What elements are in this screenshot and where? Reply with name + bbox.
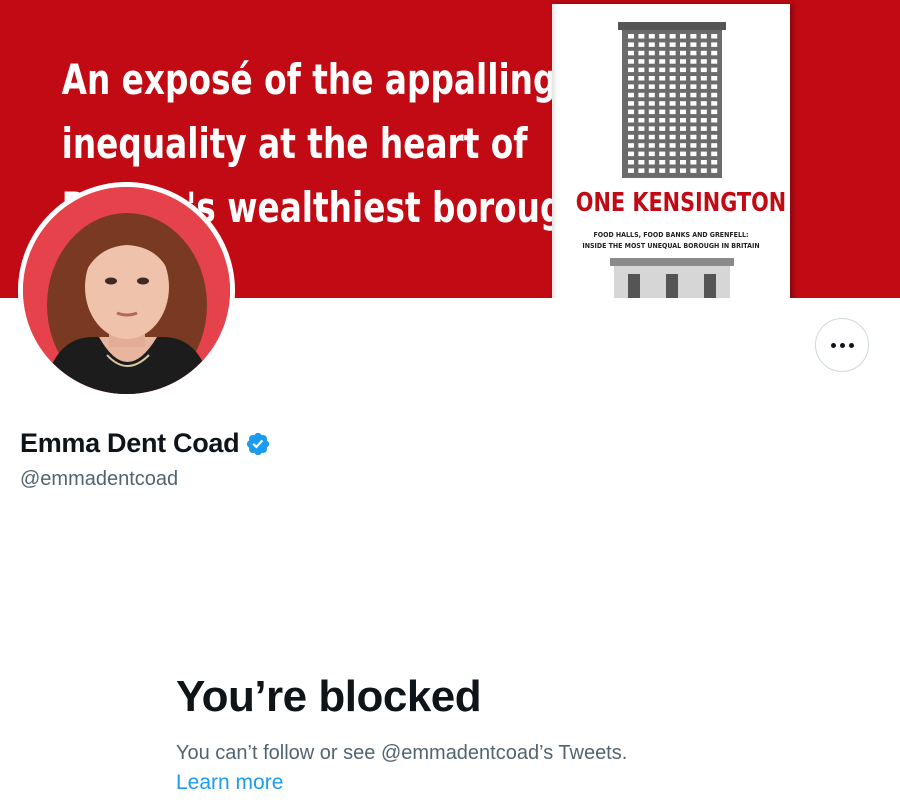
banner-line: An exposé of the appalling <box>61 55 557 104</box>
townhouse-illustration <box>610 258 734 298</box>
book-subtitle-line: FOOD HALLS, FOOD BANKS AND GRENFELL: <box>593 231 749 239</box>
book-spine <box>552 4 558 298</box>
avatar <box>23 187 230 394</box>
avatar-photo <box>23 187 230 394</box>
learn-more-link[interactable]: Learn more <box>176 771 283 795</box>
book-cover: ONE KENSINGTON FOOD HALLS, FOOD BANKS AN… <box>552 4 790 298</box>
tower-block-illustration <box>618 22 726 178</box>
profile-avatar[interactable] <box>18 182 235 399</box>
profile-name-row: Emma Dent Coad <box>20 428 271 459</box>
blocked-title: You’re blocked <box>176 672 482 721</box>
more-options-button[interactable] <box>815 318 869 372</box>
profile-handle: @emmadentcoad <box>20 468 179 490</box>
display-name: Emma Dent Coad <box>20 428 240 458</box>
book-subtitle: FOOD HALLS, FOOD BANKS AND GRENFELL: INS… <box>564 230 778 252</box>
more-horizontal-icon <box>830 342 854 348</box>
blocked-description: You can’t follow or see @emmadentcoad’s … <box>176 742 628 764</box>
banner-line: inequality at the heart of <box>61 119 528 168</box>
verified-badge-icon[interactable] <box>245 431 271 457</box>
book-title: ONE KENSINGTON <box>575 188 787 218</box>
book-subtitle-line: INSIDE THE MOST UNEQUAL BOROUGH IN BRITA… <box>582 242 760 250</box>
